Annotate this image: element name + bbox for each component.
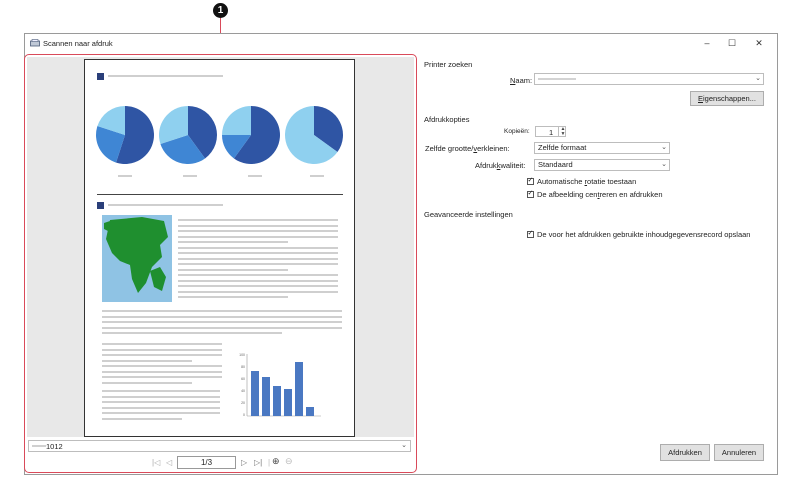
- chevron-down-icon: ⌄: [661, 144, 667, 151]
- auto-rotate-checkbox[interactable]: [527, 176, 534, 185]
- advanced-section-title: Geavanceerde instellingen: [424, 210, 513, 219]
- printer-name-value: [538, 78, 576, 80]
- quality-label: Afdrukkwaliteit:: [475, 161, 526, 170]
- copies-label: Kopieën:: [504, 128, 530, 135]
- printer-name-label: Naam:: [510, 76, 533, 85]
- cancel-button[interactable]: Annuleren: [714, 444, 764, 461]
- maximize-button[interactable]: ☐: [722, 37, 742, 50]
- window-title: Scannen naar afdruk: [43, 39, 113, 48]
- scale-value: Zelfde formaat: [538, 143, 587, 152]
- scanner-app-icon: [30, 39, 40, 47]
- auto-rotate-label: Automatische rotatie toestaan: [537, 177, 637, 186]
- chevron-down-icon: ⌄: [755, 75, 761, 82]
- minimize-button[interactable]: –: [697, 37, 717, 50]
- print-button[interactable]: Afdrukken: [660, 444, 710, 461]
- callout-number: 1: [213, 3, 228, 18]
- title-bar: Scannen naar afdruk – ☐ ✕: [25, 34, 777, 53]
- center-image-checkbox[interactable]: [527, 189, 534, 198]
- scale-label: Zelfde grootte/verkleinen:: [425, 144, 510, 153]
- scale-select[interactable]: Zelfde formaat ⌄: [534, 142, 670, 154]
- printer-section-title: Printer zoeken: [424, 60, 473, 69]
- save-record-label: De voor het afdrukken gebruikte inhoudge…: [537, 230, 751, 239]
- save-record-checkbox[interactable]: [527, 229, 534, 238]
- close-button[interactable]: ✕: [749, 37, 769, 50]
- quality-select[interactable]: Standaard ⌄: [534, 159, 670, 171]
- center-image-label: De afbeelding centreren en afdrukken: [537, 190, 663, 199]
- quality-value: Standaard: [538, 160, 573, 169]
- printer-name-select[interactable]: ⌄: [534, 73, 764, 85]
- copies-spinner[interactable]: 1 ▲ ▼: [535, 126, 566, 137]
- preview-highlight-frame: [24, 54, 417, 473]
- copies-value: 1: [549, 128, 554, 137]
- print-options-title: Afdrukkopties: [424, 115, 470, 124]
- properties-button[interactable]: Eigenschappen...: [690, 91, 764, 106]
- chevron-down-icon: ⌄: [661, 161, 667, 168]
- spinner-arrows-icon[interactable]: ▲ ▼: [558, 127, 567, 136]
